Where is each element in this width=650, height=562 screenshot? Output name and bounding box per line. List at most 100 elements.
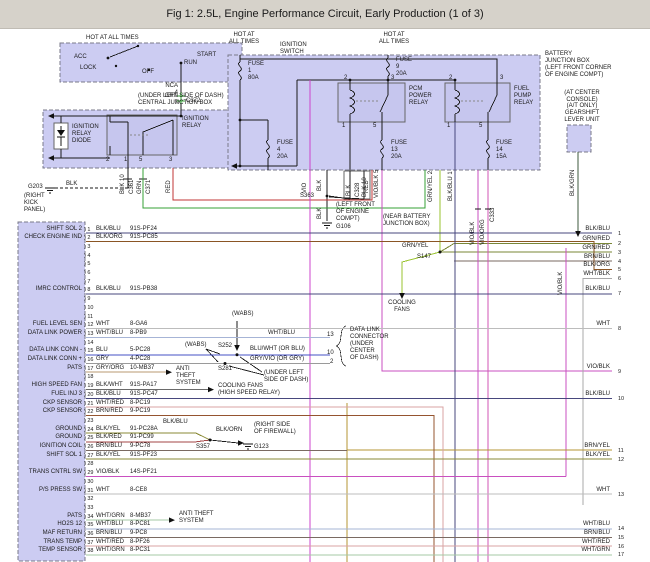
pcm-pin-circuit-code: 14S-PF21: [130, 469, 157, 475]
fuelr-pin3: 3: [500, 75, 503, 82]
sw-acc: ACC: [74, 54, 87, 61]
pcmr-pin1: 1: [342, 123, 345, 130]
grnyel-2: GRN/YEL 2: [428, 171, 435, 202]
pcm-pin-label: GROUND: [22, 434, 82, 440]
pcm-pin-wire-color: BLU: [96, 347, 108, 353]
pcm-pin-number: ) 10: [84, 305, 93, 311]
sw-start: START: [197, 52, 216, 59]
pcm-pin-number: ) 16: [84, 357, 93, 363]
pcm-pin-circuit-code: 8-PF26: [130, 539, 150, 545]
pcm-pin-wire-color: BLK/YEL: [96, 452, 120, 458]
pcm-pin-circuit-code: 8-GA6: [130, 321, 147, 327]
pcm-pin-label: SHIFT SOL 1: [22, 452, 82, 458]
pcm-pin-circuit-code: 91S-PF23: [130, 452, 157, 458]
pcm-pin-circuit-code: 91S-PC85: [130, 234, 158, 240]
pcm-power-relay-box: [338, 83, 405, 122]
g203-loc: (RIGHT KICK PANEL): [24, 193, 45, 214]
pcm-pin-number: ) 27: [84, 453, 93, 459]
pcm-pin-number: ) 26: [84, 444, 93, 450]
pcm-pin-wire-color: WHT/RED: [96, 539, 124, 545]
pcm-pin-number: ) 22: [84, 409, 93, 415]
pcm-pin-number: ) 23: [84, 418, 93, 424]
pcm-pin-wire-color: WHT/GRN: [96, 513, 125, 519]
pcm-pin-number: ) 3: [84, 244, 90, 250]
ignition-switch-box: [60, 43, 242, 82]
pcm-pin-circuit-code: 91S-PB38: [130, 286, 157, 292]
pcm-pin-label: HIGH SPEED FAN: [22, 382, 82, 388]
right-wire-number: 5: [618, 267, 621, 273]
right-wire-number: 4: [618, 259, 621, 265]
right-wire-number: 2: [618, 241, 621, 247]
blk-conn-a: BLK: [346, 185, 353, 196]
pcm-pin-label: SHIFT SOL 2: [22, 226, 82, 232]
pcm-pin-wire-color: WHT/BLU: [96, 330, 123, 336]
right-wire-color: BRN/BLU: [530, 254, 610, 260]
wabs-1: (WABS): [232, 311, 253, 318]
sw-lock: LOCK: [80, 65, 96, 72]
right-wire-number: 15: [618, 535, 624, 541]
g203: G203: [28, 184, 43, 191]
red-left: RED: [166, 180, 173, 193]
pcm-pin-circuit-code: 91S-PF24: [130, 226, 157, 232]
pcm-pin-circuit-code: 8-CE8: [130, 487, 147, 493]
cjb-pin3: 3: [169, 157, 172, 164]
pcm-pin-label: GROUND: [22, 426, 82, 432]
right-wire-number: 17: [618, 552, 624, 558]
wabs-2: (WABS): [185, 342, 206, 349]
pcm-pin-number: ) 1: [84, 227, 90, 233]
right-wire-number: 3: [618, 250, 621, 256]
pcm-pin-circuit-code: 8-PC31: [130, 547, 150, 553]
pcm-pin-number: ) 32: [84, 496, 93, 502]
pcm-pin-wire-color: WHT/BLU: [96, 521, 123, 527]
fuse14: FUSE 14 15A: [496, 140, 512, 161]
pcm-pin-circuit-code: 91S-PC47: [130, 391, 158, 397]
gearshift-lever-unit-box: [567, 125, 591, 152]
pcm-pin-number: ) 17: [84, 366, 93, 372]
blkgrn: BLK/GRN: [570, 170, 577, 196]
pcm-pin-number: ) 28: [84, 461, 93, 467]
ignition-switch-label: IGNITION SWITCH: [280, 42, 307, 56]
pcm-pin-label: CHECK ENGINE IND: [22, 234, 82, 240]
blkblu-s357: BLK/BLU: [163, 419, 188, 426]
pcm-pin-label: DATA LINK POWER: [22, 330, 82, 336]
pcm-pin-label: IMRC CONTROL: [22, 286, 82, 292]
pcm-pin-number: ) 33: [84, 505, 93, 511]
wiring-art: [0, 0, 650, 562]
pcm-pin-number: ) 12: [84, 322, 93, 328]
dlc-13: 13: [327, 332, 334, 339]
pcm-pin-circuit-code: 9-PC19: [130, 408, 150, 414]
s357: S357: [196, 444, 210, 451]
pcm-pin-number: ) 2: [84, 235, 90, 241]
pcm-pin-circuit-code: 10-MB37: [130, 365, 154, 371]
pcm-pin-number: ) 20: [84, 392, 93, 398]
bjb-title: BATTERY JUNCTION BOX (LEFT FRONT CORNER …: [545, 51, 611, 79]
pcm-pin-wire-color: BLK/YEL: [96, 426, 120, 432]
figure-title-bar: Fig 1: 2.5L, Engine Performance Circuit,…: [0, 0, 650, 29]
pcm-pin-label: CKP SENSOR: [22, 400, 82, 406]
pcm-pin-label: PATS: [22, 365, 82, 371]
right-wire-color: BLK/ORG: [530, 262, 610, 268]
cjb-pin5: 5: [139, 157, 142, 164]
right-wire-number: 1: [618, 231, 621, 237]
cjb-pin2: 2: [106, 157, 109, 164]
blk10-c361: BLK 10: [120, 174, 127, 194]
right-wire-number: 7: [618, 291, 621, 297]
pcm-pin-label: DATA LINK CONN -: [22, 347, 82, 353]
pcm-pin-label: FUEL LEVEL SEN: [22, 321, 82, 327]
pcm-pin-number: ) 24: [84, 427, 93, 433]
right-wire-number: 13: [618, 492, 624, 498]
pcm-pin-wire-color: WHT: [96, 487, 110, 493]
pcm-pin-circuit-code: 8-PB9: [130, 330, 147, 336]
hot-at-all-times-3: HOT AT ALL TIMES: [376, 32, 412, 46]
hot-at-all-times-2: HOT AT ALL TIMES: [226, 32, 262, 46]
pcm-pin-circuit-code: 91-PC99: [130, 434, 154, 440]
pcm-pin-circuit-code: 8-MB37: [130, 513, 151, 519]
fuel-pump-relay-label: FUEL PUMP RELAY: [514, 86, 533, 107]
vioblk-c333: VIO/BLK: [470, 222, 477, 245]
pcm-pin-wire-color: GRY: [96, 356, 109, 362]
pcm-pin-circuit-code: 91S-PA17: [130, 382, 157, 388]
pcm-pin-number: ) 6: [84, 270, 90, 276]
g106-loc: (LEFT FRONT OF ENGINE COMPT): [336, 202, 375, 223]
pcm-pin-circuit-code: 91-PC28A: [130, 426, 158, 432]
right-wire-color: GRN/RED: [530, 236, 610, 242]
